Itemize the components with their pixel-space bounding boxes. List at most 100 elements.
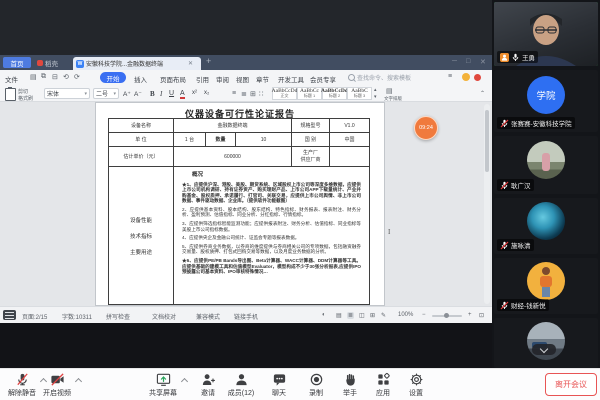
button-label: 解除静音 — [8, 388, 36, 398]
settings-button[interactable]: 设置 — [399, 372, 433, 398]
more-menu-icon[interactable]: ≡ — [448, 73, 452, 80]
style-heading2[interactable]: AaBbCcDd 标题 2 — [322, 87, 347, 100]
styles-scroll-down-icon[interactable]: ▾ — [374, 94, 377, 100]
account-avatar[interactable] — [462, 73, 470, 81]
invite-button[interactable]: 邀请 — [191, 372, 225, 398]
style-heading1[interactable]: AaBbCc 标题 1 — [297, 87, 322, 100]
participant-tile-wangyong[interactable]: 王勇 — [494, 2, 598, 66]
unmute-button[interactable]: 解除静音 — [5, 372, 39, 398]
share-screen-button[interactable]: 共享屏幕 — [146, 372, 180, 398]
copy-doc-icon[interactable]: ⧉ — [41, 73, 46, 81]
apps-button[interactable]: 应用 — [366, 372, 400, 398]
fit-page-icon[interactable]: ⊡ — [479, 312, 484, 319]
menu-tab-section[interactable]: 章节 — [256, 74, 269, 84]
close-tab-icon[interactable]: ✕ — [188, 60, 193, 67]
menu-tab-devtools[interactable]: 开发工具 — [278, 74, 304, 84]
zoom-slider-handle[interactable] — [444, 313, 449, 318]
participant-name-bar: 财经-钱新悦 — [497, 299, 549, 311]
outline-panel-icon[interactable] — [3, 310, 16, 320]
view-grid-icon[interactable]: ⊞ — [370, 312, 375, 319]
video-options-caret[interactable] — [75, 378, 82, 385]
italic-button[interactable]: I — [160, 90, 162, 98]
view-outline-icon[interactable]: ◫ — [359, 312, 365, 319]
view-web-icon[interactable]: ≣ — [347, 312, 354, 319]
shrink-font-button[interactable]: A⁻ — [134, 90, 142, 98]
wps-store-tab[interactable]: 稻壳 — [35, 57, 71, 68]
underline-button[interactable]: U — [169, 90, 174, 97]
participant-tile-gengguanghan[interactable]: 耿广汉 — [494, 136, 598, 194]
proofread-button[interactable]: 文档校对 — [152, 312, 176, 321]
new-tab-button[interactable]: + — [206, 56, 211, 66]
vertical-scrollbar[interactable] — [484, 104, 490, 304]
wps-document-tab[interactable]: W 安徽科技学院...金融数据终端 ✕ — [73, 57, 201, 70]
eye-protect-icon[interactable]: ◐ — [322, 312, 326, 318]
members-button[interactable]: 成员(12) — [224, 372, 258, 398]
zoom-slider[interactable] — [432, 315, 462, 317]
cell-price-value: 600000 — [173, 147, 291, 166]
style-heading3[interactable]: AaBbC 标题 3 — [347, 87, 372, 100]
window-close-icon[interactable]: ✕ — [480, 58, 486, 66]
font-size-select[interactable]: 二号 ▾ — [93, 88, 119, 99]
collapse-ribbon-icon[interactable]: ⌃ — [480, 90, 485, 97]
font-size-value: 二号 — [96, 89, 108, 98]
font-color-button[interactable]: A — [180, 90, 185, 99]
bold-button[interactable]: B — [150, 90, 155, 98]
phone-link-button[interactable]: 链接手机 — [234, 312, 258, 321]
timer-badge: 09:24 — [414, 116, 438, 140]
start-video-button[interactable]: 开启视频 — [40, 372, 74, 398]
record-button[interactable]: 录制 — [299, 372, 333, 398]
superscript-button[interactable]: x² — [192, 90, 197, 96]
redo-icon[interactable]: ⟳ — [74, 73, 80, 81]
file-menu[interactable]: 文件 — [5, 74, 18, 84]
shading-icon[interactable]: ∷ — [259, 90, 263, 98]
menu-tab-start[interactable]: 开始 — [100, 72, 126, 83]
mic-muted-icon — [500, 241, 509, 250]
subscript-button[interactable]: x₂ — [204, 90, 209, 96]
zoom-in-button[interactable]: + — [468, 312, 472, 318]
vip-icon[interactable] — [474, 74, 481, 81]
borders-icon[interactable]: ⊞ — [250, 90, 256, 98]
participant-tile-shiyongqing[interactable]: 施咏清 — [494, 198, 598, 254]
participant-tile-qianxinyue[interactable]: 财经-钱新悦 — [494, 258, 598, 314]
save-icon[interactable]: ▤ — [30, 73, 37, 81]
participant-name: 王勇 — [522, 52, 535, 62]
style-normal[interactable]: AaBbCcDd 正文 — [272, 87, 297, 100]
paste-button[interactable] — [5, 88, 16, 101]
scrollbar-thumb[interactable] — [485, 110, 489, 172]
ribbon-search[interactable]: 查找命令、搜索模板 — [348, 73, 411, 82]
menu-tab-insert[interactable]: 插入 — [134, 74, 147, 84]
share-options-caret[interactable] — [181, 378, 188, 385]
undo-icon[interactable]: ⟲ — [63, 73, 69, 81]
participant-tile-partial[interactable] — [494, 318, 598, 368]
record-icon — [309, 372, 324, 387]
leave-meeting-button[interactable]: 离开会议 — [545, 373, 597, 396]
compat-mode-label: 兼容模式 — [196, 312, 220, 321]
collapse-sidebar-button[interactable] — [532, 344, 556, 355]
raise-hand-button[interactable]: 举手 — [333, 372, 367, 398]
font-select[interactable]: 宋体 ▾ — [44, 88, 90, 99]
align-left-icon[interactable]: ≡ — [232, 90, 236, 97]
spell-check-button[interactable]: 拼写检查 — [106, 312, 130, 321]
participant-tile-zhangsaisai[interactable]: 学院 张赛赛-安徽科技学院 — [494, 70, 598, 132]
members-icon — [234, 372, 249, 387]
styles-scroll-up-icon[interactable]: ▴ — [374, 87, 377, 93]
cut-button[interactable]: 剪切 — [18, 88, 28, 95]
grow-font-button[interactable]: A⁺ — [123, 90, 131, 98]
zoom-out-button[interactable]: − — [422, 312, 426, 318]
menu-tab-reference[interactable]: 引用 — [196, 74, 209, 84]
menu-tab-membership[interactable]: 会员专享 — [310, 74, 336, 84]
participant-name-bar: 张赛赛-安徽科技学院 — [497, 117, 575, 129]
participants-sidebar: 王勇 学院 张赛赛-安徽科技学院 — [492, 0, 600, 368]
wps-home-tab[interactable]: 首页 — [3, 57, 31, 68]
menu-tab-view[interactable]: 视图 — [236, 74, 249, 84]
edit-pen-icon[interactable]: ✎ — [381, 312, 386, 319]
maximize-icon[interactable]: □ — [466, 58, 470, 65]
menu-tab-layout[interactable]: 页面布局 — [160, 74, 186, 84]
chat-button[interactable]: 聊天 — [262, 372, 296, 398]
align-justify-icon[interactable]: ≣ — [241, 90, 247, 98]
print-icon[interactable]: ⊟ — [52, 73, 58, 81]
view-page-icon[interactable]: ▤ — [336, 312, 342, 319]
menu-tab-review[interactable]: 审阅 — [216, 74, 229, 84]
minimize-icon[interactable]: ─ — [452, 58, 457, 65]
format-painter-button[interactable]: 格式刷 — [18, 95, 33, 102]
